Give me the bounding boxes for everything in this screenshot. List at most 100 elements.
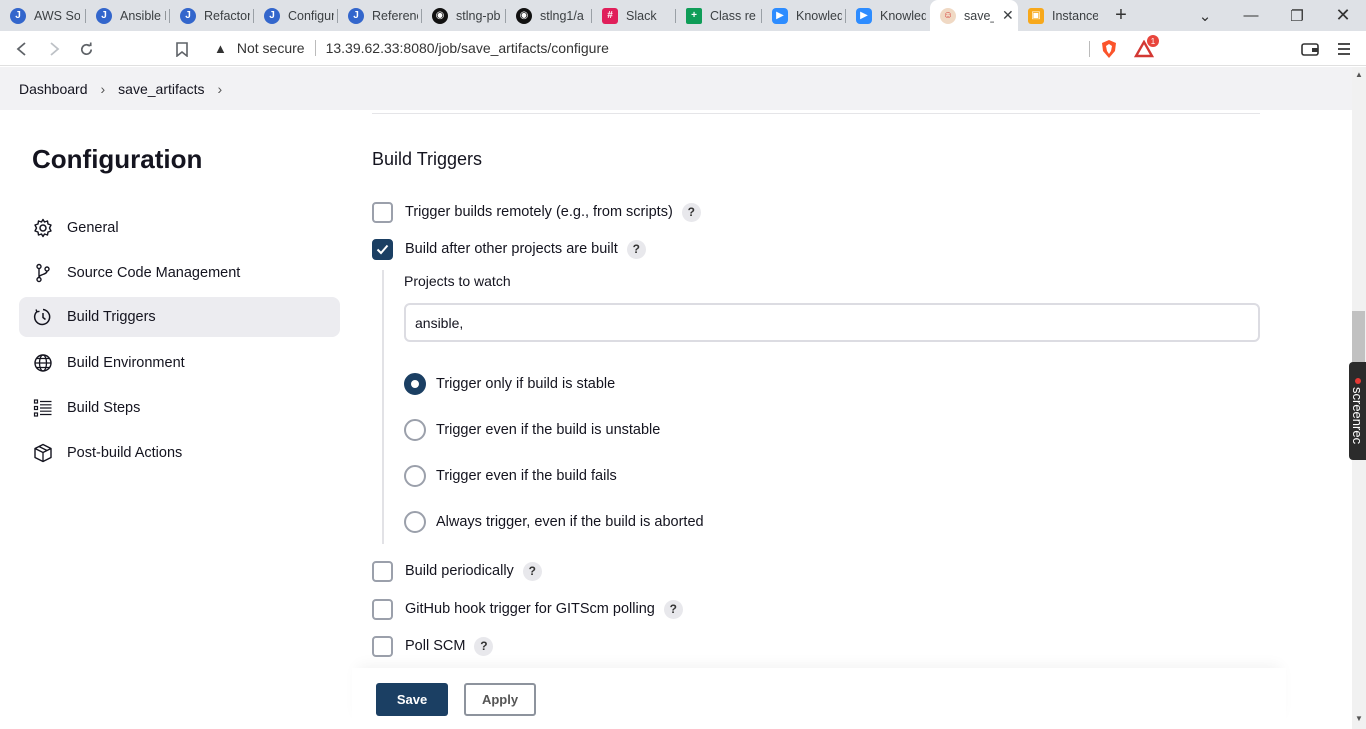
browser-tab[interactable]: J Ansible P (86, 2, 170, 29)
radio-option[interactable]: Trigger only if build is stable (404, 373, 615, 395)
checkbox-label[interactable]: GitHub hook trigger for GITScm polling (405, 601, 655, 617)
tab-title: Configur (288, 8, 334, 23)
brave-rewards-icon[interactable]: 1 (1132, 35, 1159, 61)
screenrec-label: screenrec (1350, 386, 1365, 445)
wallet-icon[interactable] (1298, 37, 1322, 61)
address-field[interactable]: ▲ Not secure 13.39.62.33:8080/job/save_a… (206, 35, 1090, 61)
github-hook-checkbox[interactable] (372, 598, 393, 620)
github-icon: ◉ (516, 7, 532, 24)
radio-button-selected[interactable] (404, 373, 426, 395)
poll-scm-checkbox[interactable] (372, 635, 393, 657)
restore-icon[interactable]: ❐ (1274, 0, 1320, 31)
help-icon[interactable]: ? (681, 202, 701, 222)
github-icon: ◉ (432, 7, 448, 24)
jenkins-butler-icon: ☺ (940, 7, 956, 24)
browser-tab[interactable]: J AWS Solu (0, 2, 86, 29)
aws-box-icon: ▣ (1028, 7, 1044, 24)
screenrec-widget[interactable]: screenrec (1349, 362, 1366, 460)
tab-title: Knowled (796, 8, 842, 23)
notification-badge: 1 (1147, 35, 1159, 47)
sidebar-item-label: Source Code Management (67, 265, 241, 281)
radio-label[interactable]: Trigger even if the build fails (436, 468, 617, 484)
github-hook-row: GitHub hook trigger for GITScm polling ? (372, 598, 683, 620)
browser-tab[interactable]: ◉ stlng1/a (506, 2, 592, 29)
zoom-icon: ▶ (856, 7, 872, 24)
help-icon[interactable]: ? (474, 636, 494, 656)
chevron-down-icon[interactable]: ⌄ (1182, 0, 1228, 31)
tab-title: Refactor (204, 8, 250, 23)
globe-icon (32, 352, 54, 374)
browser-tab-strip: J AWS Solu J Ansible P J Refactor J Conf… (0, 0, 1366, 31)
checkbox-label[interactable]: Trigger builds remotely (e.g., from scri… (405, 204, 673, 220)
sidebar-item-source-code-management[interactable]: Source Code Management (19, 253, 340, 293)
tab-title: Referenc (372, 8, 418, 23)
radio-label[interactable]: Trigger even if the build is unstable (436, 422, 660, 438)
radio-label[interactable]: Always trigger, even if the build is abo… (436, 514, 704, 530)
trigger-remote-row: Trigger builds remotely (e.g., from scri… (372, 201, 701, 223)
browser-tab[interactable]: ▶ Knowled (846, 2, 930, 29)
radio-label[interactable]: Trigger only if build is stable (436, 376, 615, 392)
forward-icon[interactable] (42, 37, 66, 61)
radio-option[interactable]: Trigger even if the build is unstable (404, 419, 660, 441)
build-after-other-checkbox[interactable] (372, 238, 393, 260)
projects-to-watch-input[interactable] (404, 303, 1260, 342)
browser-tab-active[interactable]: ☺ save_ ✕ (930, 0, 1018, 31)
radio-option[interactable]: Always trigger, even if the build is abo… (404, 511, 704, 533)
chevron-right-icon[interactable]: › (101, 81, 106, 97)
bookmark-icon[interactable] (170, 37, 194, 61)
help-icon[interactable]: ? (522, 561, 542, 581)
list-icon (32, 397, 54, 419)
trigger-remote-checkbox[interactable] (372, 201, 393, 223)
sidebar-item-label: Build Steps (67, 400, 141, 416)
browser-tab[interactable]: # Slack (592, 2, 676, 29)
close-icon[interactable]: ✕ (1002, 7, 1014, 24)
url-text: 13.39.62.33:8080/job/save_artifacts/conf… (325, 40, 609, 56)
build-periodically-checkbox[interactable] (372, 560, 393, 582)
tab-title: Ansible P (120, 8, 166, 23)
browser-tab[interactable]: J Refactor (170, 2, 254, 29)
warning-icon: ▲ (214, 40, 227, 56)
sidebar-item-build-steps[interactable]: Build Steps (19, 388, 340, 428)
help-icon[interactable]: ? (663, 599, 683, 619)
apply-button[interactable]: Apply (464, 683, 536, 716)
help-icon[interactable]: ? (626, 239, 646, 259)
radio-button[interactable] (404, 465, 426, 487)
window-close-icon[interactable]: ✕ (1320, 0, 1366, 31)
sidebar-item-post-build-actions[interactable]: Post-build Actions (19, 433, 340, 473)
browser-tab[interactable]: ▣ Instance (1018, 2, 1104, 29)
browser-tab[interactable]: J Referenc (338, 2, 422, 29)
checkbox-label[interactable]: Build after other projects are built (405, 241, 618, 257)
checkbox-label[interactable]: Build periodically (405, 563, 514, 579)
projects-to-watch-label: Projects to watch (404, 273, 511, 289)
checkbox-label[interactable]: Poll SCM (405, 638, 465, 654)
gear-icon (32, 217, 54, 239)
sidebar-item-build-environment[interactable]: Build Environment (19, 343, 340, 383)
poll-scm-row: Poll SCM ? (372, 635, 494, 657)
browser-tab[interactable]: + Class rec (676, 2, 762, 29)
scrollbar-thumb[interactable] (1352, 311, 1365, 364)
save-button[interactable]: Save (376, 683, 448, 716)
sidebar-item-build-triggers[interactable]: Build Triggers (19, 297, 340, 337)
breadcrumb-item-dashboard[interactable]: Dashboard (19, 81, 88, 97)
section-divider (372, 113, 1260, 114)
minimize-icon[interactable]: — (1228, 0, 1274, 31)
breadcrumb-item-job[interactable]: save_artifacts (118, 81, 204, 97)
browser-tab[interactable]: J Configur (254, 2, 338, 29)
scroll-down-icon[interactable]: ▼ (1353, 714, 1365, 724)
radio-option[interactable]: Trigger even if the build fails (404, 465, 617, 487)
radio-button[interactable] (404, 419, 426, 441)
chevron-right-icon[interactable]: › (218, 81, 223, 97)
back-icon[interactable] (10, 37, 34, 61)
browser-tab[interactable]: ◉ stlng-pb (422, 2, 506, 29)
tab-title: Slack (626, 8, 657, 23)
reload-icon[interactable] (74, 37, 98, 61)
branch-icon (32, 262, 54, 284)
radio-button[interactable] (404, 511, 426, 533)
browser-tab[interactable]: ▶ Knowled (762, 2, 846, 29)
scroll-up-icon[interactable]: ▲ (1353, 70, 1365, 80)
brave-shield-icon[interactable] (1097, 37, 1121, 61)
sidebar-item-general[interactable]: General (19, 208, 340, 248)
new-tab-icon[interactable]: + (1104, 0, 1138, 31)
menu-icon[interactable] (1332, 37, 1356, 61)
breadcrumb: Dashboard › save_artifacts › (0, 67, 1352, 110)
